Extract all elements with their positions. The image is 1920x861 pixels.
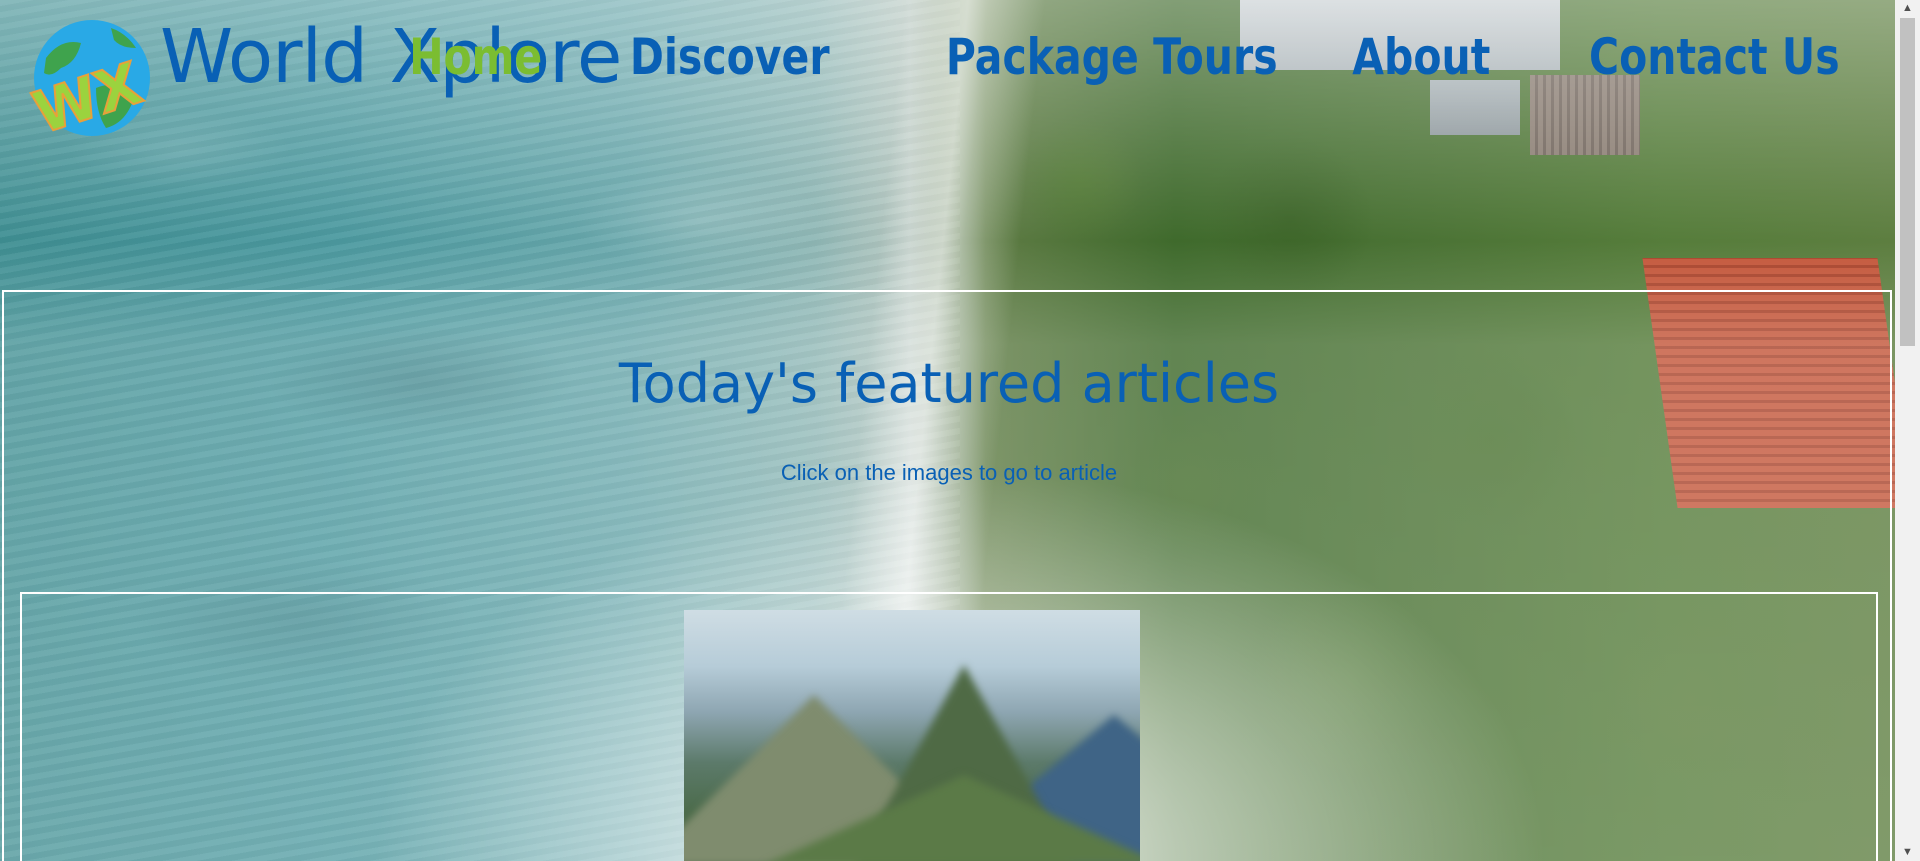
scroll-up-arrow-icon[interactable]: ▲ bbox=[1895, 0, 1920, 17]
page-scrollbar[interactable]: ▲ ▼ bbox=[1895, 0, 1920, 861]
main-navigation: Home Discover Package Tours About Contac… bbox=[380, 22, 1840, 92]
site-logo-link[interactable]: WX bbox=[24, 18, 154, 148]
featured-articles-section: Today's featured articles Click on the i… bbox=[2, 290, 1892, 861]
mountain-shape bbox=[764, 775, 1140, 861]
globe-logo-icon: WX bbox=[24, 20, 151, 148]
nav-link-package-tours[interactable]: Package Tours bbox=[946, 22, 1278, 92]
nav-link-contact-us[interactable]: Contact Us bbox=[1589, 22, 1840, 92]
section-title: Today's featured articles bbox=[618, 352, 1280, 415]
nav-link-about[interactable]: About bbox=[1352, 22, 1490, 92]
nav-link-discover[interactable]: Discover bbox=[630, 22, 830, 92]
section-subtitle: Click on the images to go to article bbox=[780, 460, 1118, 485]
article-card-mountain[interactable] bbox=[684, 610, 1140, 861]
site-header: WX World Xplore Home Discover Package To… bbox=[0, 0, 1895, 288]
scrollbar-thumb[interactable] bbox=[1900, 18, 1915, 346]
articles-container bbox=[20, 592, 1878, 861]
scroll-down-arrow-icon[interactable]: ▼ bbox=[1895, 844, 1920, 861]
nav-link-home[interactable]: Home bbox=[409, 22, 542, 92]
